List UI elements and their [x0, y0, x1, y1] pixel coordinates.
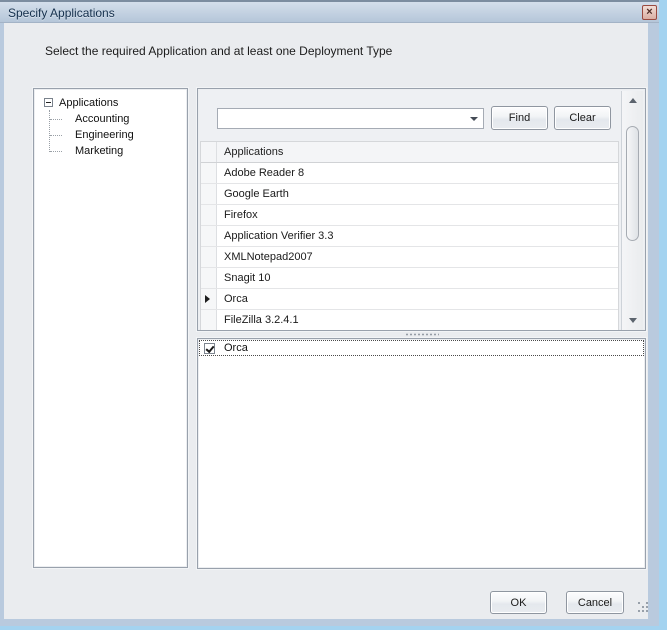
close-icon: × [646, 7, 652, 18]
cancel-button[interactable]: Cancel [566, 591, 624, 614]
clear-button[interactable]: Clear [554, 106, 611, 130]
tree-item-label: Accounting [75, 111, 129, 127]
combo-dropdown-button[interactable] [464, 109, 483, 128]
deployment-type-label: Orca [224, 341, 248, 356]
grid-rows: Adobe Reader 8Google EarthFirefoxApplica… [201, 163, 618, 330]
tree-item-applications[interactable]: Applications [34, 95, 187, 111]
checkbox-checked-icon[interactable] [204, 343, 215, 354]
vertical-scrollbar[interactable] [621, 91, 643, 330]
find-button[interactable]: Find [491, 106, 548, 130]
applications-grid: Applications Adobe Reader 8Google EarthF… [200, 141, 619, 330]
tree-item-accounting[interactable]: Accounting [34, 111, 187, 127]
dialog-title: Specify Applications [8, 6, 115, 20]
tree-item-marketing[interactable]: Marketing [34, 143, 187, 159]
application-row[interactable]: XMLNotepad2007 [201, 247, 618, 268]
horizontal-splitter[interactable] [197, 331, 646, 338]
row-indicator-cell [201, 268, 217, 288]
resize-grip[interactable] [638, 602, 650, 614]
application-name-cell: Snagit 10 [217, 268, 618, 288]
deployment-types-panel: Orca [197, 338, 646, 569]
row-indicator-cell [201, 184, 217, 204]
application-name-cell: FileZilla 3.2.4.1 [217, 310, 618, 330]
window-right-edge [659, 0, 667, 630]
application-name-cell: Adobe Reader 8 [217, 163, 618, 183]
application-row[interactable]: Orca [201, 289, 618, 310]
tree-branch-line [50, 135, 62, 136]
scroll-down-button[interactable] [622, 313, 644, 328]
tree-children: AccountingEngineeringMarketing [34, 111, 187, 159]
ok-button[interactable]: OK [490, 591, 547, 614]
row-indicator-cell [201, 310, 217, 330]
scroll-up-button[interactable] [622, 93, 644, 108]
scrollbar-thumb[interactable] [626, 126, 639, 241]
tree-branch-line [50, 119, 62, 120]
application-filter-combobox[interactable] [217, 108, 484, 129]
current-row-arrow-icon [205, 295, 210, 303]
application-row[interactable]: Application Verifier 3.3 [201, 226, 618, 247]
row-indicator-cell [201, 226, 217, 246]
header-indicator-cell [201, 142, 217, 162]
row-indicator-cell [201, 289, 217, 309]
window-bottom-edge [0, 626, 667, 630]
application-name-cell: Application Verifier 3.3 [217, 226, 618, 246]
application-row[interactable]: Adobe Reader 8 [201, 163, 618, 184]
splitter-grip-icon [405, 333, 439, 336]
row-indicator-cell [201, 163, 217, 183]
grid-header-row[interactable]: Applications [201, 142, 618, 163]
close-button[interactable]: × [642, 5, 657, 20]
chevron-down-icon [470, 117, 478, 121]
arrow-up-icon [629, 98, 637, 103]
application-row[interactable]: Firefox [201, 205, 618, 226]
applications-tree-panel: Applications AccountingEngineeringMarket… [33, 88, 188, 568]
applications-list-panel: Find Clear Applications Adobe Reader 8Go… [197, 88, 646, 331]
row-indicator-cell [201, 247, 217, 267]
instruction-text: Select the required Application and at l… [45, 44, 392, 58]
tree-item-label: Marketing [75, 143, 123, 159]
tree-item-engineering[interactable]: Engineering [34, 127, 187, 143]
application-name-cell: Firefox [217, 205, 618, 225]
arrow-down-icon [629, 318, 637, 323]
application-row[interactable]: Google Earth [201, 184, 618, 205]
tree-root-label: Applications [59, 95, 118, 111]
titlebar[interactable]: Specify Applications × [0, 0, 667, 23]
application-name-cell: XMLNotepad2007 [217, 247, 618, 267]
application-name-cell: Google Earth [217, 184, 618, 204]
tree-item-label: Engineering [75, 127, 134, 143]
deployment-type-item[interactable]: Orca [199, 340, 644, 356]
collapse-minus-icon[interactable] [44, 98, 53, 107]
row-indicator-cell [201, 205, 217, 225]
deployment-rows: Orca [199, 340, 644, 356]
application-name-cell: Orca [217, 289, 618, 309]
application-row[interactable]: Snagit 10 [201, 268, 618, 289]
grid-column-header[interactable]: Applications [217, 142, 618, 162]
specify-applications-dialog: Specify Applications × Select the requir… [0, 0, 667, 630]
filter-input[interactable] [218, 109, 464, 128]
application-row[interactable]: FileZilla 3.2.4.1 [201, 310, 618, 330]
tree-branch-line [50, 151, 62, 152]
